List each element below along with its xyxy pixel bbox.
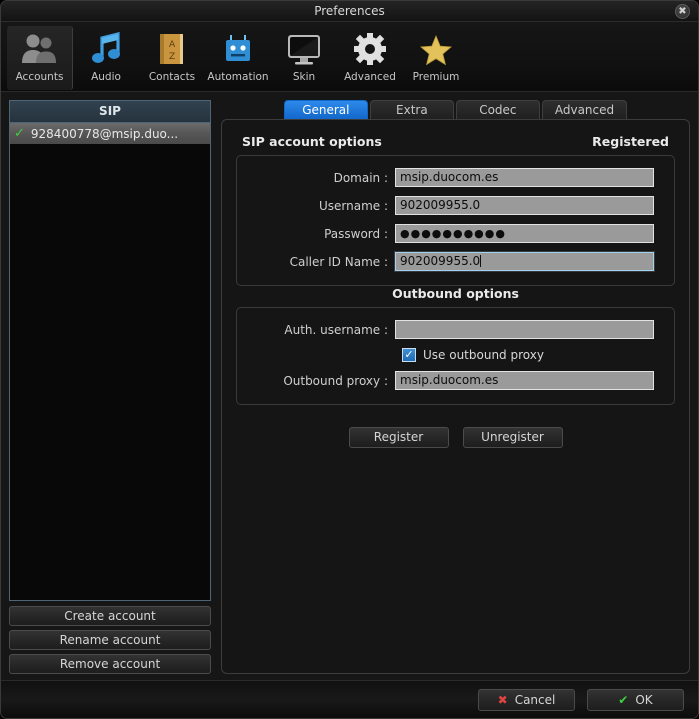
register-button[interactable]: Register	[349, 427, 449, 448]
toolbar-item-label: Advanced	[344, 71, 396, 83]
domain-field-row: Domain : msip.duocom.es	[247, 168, 654, 187]
toolbar-item-premium[interactable]: Premium	[403, 26, 469, 90]
window-title: Preferences	[1, 1, 698, 22]
cancel-button[interactable]: ✖ Cancel	[478, 689, 575, 711]
use-outbound-proxy-label[interactable]: Use outbound proxy	[423, 348, 544, 362]
toolbar-item-label: Contacts	[149, 71, 195, 83]
tab-codec[interactable]: Codec	[456, 100, 540, 120]
toolbar-item-advanced[interactable]: Advanced	[337, 26, 403, 90]
sip-list-header: SIP	[9, 100, 211, 122]
domain-label: Domain :	[247, 171, 395, 185]
toolbar-item-skin[interactable]: Skin	[271, 26, 337, 90]
domain-input[interactable]: msip.duocom.es	[395, 168, 654, 187]
outbound-section-header: Outbound options	[236, 286, 675, 301]
star-icon	[419, 30, 453, 68]
caller-id-input[interactable]: 902009955.0	[395, 252, 654, 271]
toolbar-item-label: Skin	[293, 71, 315, 83]
toolbar-item-label: Accounts	[16, 71, 64, 83]
password-label: Password :	[247, 227, 395, 241]
ok-button[interactable]: ✔ OK	[587, 689, 684, 711]
check-icon: ✓	[14, 126, 25, 141]
use-outbound-proxy-checkbox[interactable]: ✓	[402, 348, 416, 362]
rename-account-button[interactable]: Rename account	[9, 630, 211, 650]
list-item[interactable]: ✓ 928400778@msip.duo...	[10, 123, 210, 144]
text-caret	[480, 255, 481, 267]
unregister-button[interactable]: Unregister	[463, 427, 563, 448]
outbound-proxy-field-row: Outbound proxy : msip.duocom.es	[247, 371, 654, 390]
toolbar-item-label: Automation	[207, 71, 268, 83]
footer-bar: ✖ Cancel ✔ OK	[1, 680, 698, 718]
sip-section-header: SIP account options Registered	[236, 134, 675, 149]
title-bar: Preferences ✖	[1, 1, 698, 22]
toolbar-item-audio[interactable]: Audio	[73, 26, 139, 90]
sip-account-fieldset: Domain : msip.duocom.es Username : 90200…	[236, 155, 675, 286]
monitor-icon	[286, 30, 322, 68]
tab-extra[interactable]: Extra	[370, 100, 454, 120]
x-icon: ✖	[498, 690, 508, 710]
toolbar-item-label: Premium	[413, 71, 460, 83]
password-field-row: Password : ●●●●●●●●●●	[247, 224, 654, 243]
username-label: Username :	[247, 199, 395, 213]
toolbar-item-label: Audio	[91, 71, 121, 83]
check-icon: ✔	[618, 690, 628, 710]
account-actions: Create account Rename account Remove acc…	[9, 601, 211, 680]
account-name: 928400778@msip.duo...	[31, 127, 178, 141]
caller-id-label: Caller ID Name :	[247, 255, 395, 269]
caller-id-value: 902009955.0	[400, 254, 480, 268]
outbound-proxy-label: Outbound proxy :	[247, 374, 395, 388]
status-badge: Registered	[592, 134, 669, 149]
general-tab-panel: SIP account options Registered Domain : …	[221, 119, 690, 674]
window-body: SIP ✓ 928400778@msip.duo... Create accou…	[1, 92, 698, 680]
close-icon[interactable]: ✖	[675, 4, 690, 19]
toolbar-item-accounts[interactable]: Accounts	[7, 26, 73, 90]
create-account-button[interactable]: Create account	[9, 606, 211, 626]
accounts-people-icon	[21, 30, 59, 68]
registration-buttons: Register Unregister	[236, 427, 675, 448]
preferences-window: Preferences ✖ Accounts	[0, 0, 699, 719]
password-input[interactable]: ●●●●●●●●●●	[395, 224, 654, 243]
sip-section-title: SIP account options	[242, 134, 382, 149]
toolbar-item-contacts[interactable]: A Z Contacts	[139, 26, 205, 90]
auth-username-label: Auth. username :	[247, 323, 395, 337]
tab-general[interactable]: General	[284, 100, 368, 120]
username-input[interactable]: 902009955.0	[395, 196, 654, 215]
remove-account-button[interactable]: Remove account	[9, 654, 211, 674]
outbound-fieldset: Auth. username : ✓ Use outbound proxy Ou…	[236, 307, 675, 405]
cancel-button-label: Cancel	[515, 690, 556, 710]
account-list[interactable]: ✓ 928400778@msip.duo...	[9, 122, 211, 601]
toolbar-item-automation[interactable]: Automation	[205, 26, 271, 90]
use-outbound-proxy-row[interactable]: ✓ Use outbound proxy	[402, 348, 654, 362]
svg-text:A: A	[169, 40, 176, 50]
accounts-sidebar: SIP ✓ 928400778@msip.duo... Create accou…	[9, 100, 211, 680]
gear-icon	[354, 30, 386, 68]
outbound-proxy-input[interactable]: msip.duocom.es	[395, 371, 654, 390]
svg-text:Z: Z	[169, 52, 175, 62]
tab-advanced[interactable]: Advanced	[542, 100, 627, 120]
robot-head-icon	[221, 30, 255, 68]
toolbar: Accounts Audio A Z	[1, 22, 698, 92]
address-book-icon: A Z	[156, 30, 188, 68]
tab-bar: General Extra Codec Advanced	[221, 100, 690, 120]
auth-username-input[interactable]	[395, 320, 654, 339]
caller-id-field-row: Caller ID Name : 902009955.0	[247, 252, 654, 271]
username-field-row: Username : 902009955.0	[247, 196, 654, 215]
main-panel: General Extra Codec Advanced SIP account…	[221, 100, 690, 680]
music-note-icon	[90, 30, 122, 68]
ok-button-label: OK	[635, 690, 652, 710]
auth-username-field-row: Auth. username :	[247, 320, 654, 339]
outbound-section-title: Outbound options	[392, 286, 519, 301]
